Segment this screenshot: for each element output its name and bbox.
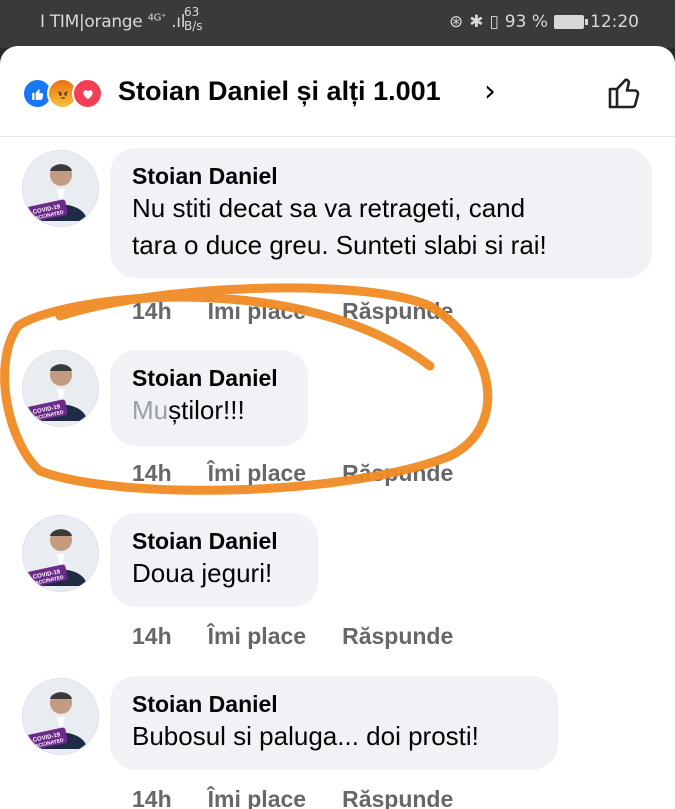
comment-author[interactable]: Stoian Daniel: [132, 690, 536, 718]
comment-text: Bubosul si paluga... doi prosti!: [132, 721, 479, 751]
like-link[interactable]: Îmi place: [208, 298, 306, 325]
like-link[interactable]: Îmi place: [208, 786, 306, 809]
likers-summary[interactable]: Stoian Daniel și alți 1.001: [118, 76, 441, 107]
comment-actions: 14h Îmi place Răspunde: [132, 298, 453, 325]
reply-link[interactable]: Răspunde: [342, 786, 453, 809]
reply-link[interactable]: Răspunde: [342, 460, 453, 487]
reactions-header[interactable]: Stoian Daniel și alți 1.001 ›: [0, 46, 675, 137]
blurred-text: Mu: [132, 395, 169, 425]
speed-value: 63: [184, 5, 200, 19]
comment-text: tara o duce greu. Sunteti slabi si rai!: [132, 230, 547, 260]
visible-text: știlor!!!: [168, 395, 245, 425]
comment-time: 14h: [132, 786, 172, 809]
comment-time: 14h: [132, 623, 172, 649]
comment-text: Muștilor!!!: [132, 392, 286, 429]
network-type: 4G⁺: [147, 12, 167, 24]
nfc-icon: ⊛: [448, 12, 464, 32]
comment-actions: 14h Îmi place Răspunde: [132, 786, 453, 809]
comment-author[interactable]: Stoian Daniel: [132, 364, 286, 392]
status-icons: ⊛ ✱ ▯ 93 % 12:20: [449, 12, 639, 32]
comment-bubble[interactable]: Stoian Daniel Doua jeguri!: [110, 513, 318, 607]
avatar[interactable]: COVID-19 VACCINATED: [22, 350, 99, 427]
battery-icon: [554, 15, 588, 29]
like-button[interactable]: [604, 72, 644, 112]
bluetooth-icon: ✱: [469, 12, 484, 32]
clock: 12:20: [590, 12, 639, 32]
comment-bubble[interactable]: Stoian Daniel Nu stiti decat sa va retra…: [110, 148, 652, 278]
comment-actions: 14h Îmi place Răspunde: [132, 623, 453, 650]
status-bar: I TIM|orange 4G⁺ .ıl 63 B/s ⊛ ✱ ▯ 93 % 1…: [0, 0, 675, 48]
comment-author[interactable]: Stoian Daniel: [132, 162, 630, 190]
like-link[interactable]: Îmi place: [208, 623, 306, 650]
love-icon: [72, 78, 103, 109]
comment-time: 14h: [132, 460, 172, 486]
comment-actions: 14h Îmi place Răspunde: [132, 460, 453, 487]
battery-percent: 93 %: [504, 12, 548, 32]
speed-unit: B/s: [184, 19, 203, 33]
comment-bubble[interactable]: Stoian Daniel Muștilor!!!: [110, 350, 308, 446]
avatar[interactable]: COVID-19 VACCINATED: [22, 515, 99, 592]
carrier-name: I TIM|orange: [40, 12, 143, 32]
comment-text: Doua jeguri!: [132, 558, 273, 588]
avatar[interactable]: COVID-19 VACCINATED: [22, 678, 99, 755]
reply-link[interactable]: Răspunde: [342, 623, 453, 650]
vibrate-icon: ▯: [489, 12, 499, 32]
like-link[interactable]: Îmi place: [208, 460, 306, 487]
avatar[interactable]: COVID-19 VACCINATED: [22, 150, 99, 227]
reply-link[interactable]: Răspunde: [342, 298, 453, 325]
comments-sheet: Stoian Daniel și alți 1.001 › COVID-19 V…: [0, 46, 675, 809]
comment-bubble[interactable]: Stoian Daniel Bubosul si paluga... doi p…: [110, 676, 558, 770]
network-speed: 63 B/s: [184, 5, 203, 33]
comment-author[interactable]: Stoian Daniel: [132, 527, 296, 555]
carrier-info: I TIM|orange 4G⁺ .ıl: [40, 12, 185, 32]
reaction-icons: [22, 78, 112, 109]
chevron-right-icon[interactable]: ›: [484, 74, 496, 109]
comment-text: Nu stiti decat sa va retrageti, cand: [132, 193, 526, 223]
comment-time: 14h: [132, 298, 172, 324]
